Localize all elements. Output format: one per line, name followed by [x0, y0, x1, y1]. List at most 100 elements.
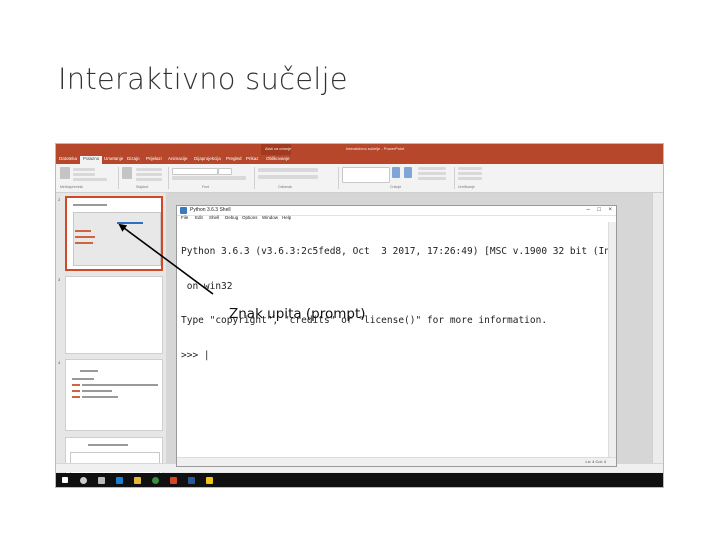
thumb-text-line [82, 396, 118, 398]
slide-thumbnail-pane: 2 3 4 [56, 193, 166, 481]
thumb-title-line [88, 444, 128, 446]
thumb-title-line [73, 204, 107, 206]
menu-item-file[interactable]: File [181, 215, 188, 220]
select-button[interactable] [458, 177, 482, 180]
ribbon: Međuspremnik Slajdovi Font Odlomak Crtan… [56, 164, 663, 193]
powerpoint-taskbar-icon[interactable] [170, 477, 177, 484]
font-size-select[interactable] [218, 168, 232, 175]
replace-button[interactable] [458, 172, 482, 175]
callout-label: Znak upita (prompt) [229, 306, 366, 322]
idle-scrollbar[interactable] [608, 222, 616, 458]
menu-item-help[interactable]: Help [282, 215, 291, 220]
paragraph-buttons[interactable] [258, 168, 318, 172]
divider [338, 167, 339, 189]
thumb-text-line [72, 390, 80, 392]
copy-button[interactable] [73, 173, 95, 176]
powerpoint-window-title: Interaktivno sučelje - PowerPoint [346, 146, 405, 151]
idle-status-bar: Ln: 4 Col: 4 [177, 457, 616, 466]
shapes-gallery[interactable] [342, 167, 390, 183]
idle-window-title: Python 3.6.3 Shell [190, 207, 231, 213]
paste-icon[interactable] [60, 167, 70, 179]
vertical-scrollbar[interactable] [652, 193, 663, 465]
ribbon-tabs: Datoteka Polazno Umetanje Dizajn Prijela… [56, 155, 663, 164]
format-painter-button[interactable] [73, 178, 107, 181]
new-slide-icon[interactable] [122, 167, 132, 179]
slide-thumbnail-2[interactable] [65, 196, 163, 271]
idle-menu-bar: File Edit Shell Debug Options Window Hel… [177, 215, 616, 222]
menu-item-options[interactable]: Options [242, 215, 258, 220]
thumb-highlight [117, 222, 143, 224]
menu-item-edit[interactable]: Edit [195, 215, 203, 220]
section-button[interactable] [136, 178, 162, 181]
prompt-line[interactable]: >>> | [181, 350, 609, 362]
find-button[interactable] [458, 167, 482, 170]
windows-taskbar [56, 473, 663, 487]
thumb-text-line [72, 384, 80, 386]
context-tab-label: Alati za crtanje [265, 146, 292, 151]
slide-number: 3 [58, 277, 61, 282]
layout-button[interactable] [136, 168, 162, 171]
tab-design[interactable]: Dizajn [127, 156, 140, 161]
divider [168, 167, 169, 189]
file-explorer-icon[interactable] [134, 477, 141, 484]
maximize-button[interactable]: □ [597, 206, 601, 215]
tab-view[interactable]: Prikaz [246, 156, 259, 161]
thumb-text-line [75, 242, 93, 244]
thumb-text-line [82, 384, 158, 386]
edge-browser-icon[interactable] [116, 477, 123, 484]
divider [118, 167, 119, 189]
tab-review[interactable]: Pregled [226, 156, 242, 161]
font-name-select[interactable] [172, 168, 218, 175]
console-line: Python 3.6.3 (v3.6.3:2c5fed8, Oct 3 2017… [181, 246, 609, 257]
task-view-icon[interactable] [98, 477, 105, 484]
slide-title: Interaktivno sučelje [58, 62, 348, 96]
arrange-icon[interactable] [392, 167, 400, 178]
shape-outline-button[interactable] [418, 172, 446, 175]
tab-home[interactable]: Polazno [80, 156, 103, 164]
shape-effects-button[interactable] [418, 177, 446, 180]
menu-item-debug[interactable]: Debug [225, 215, 238, 220]
tab-transitions[interactable]: Prijelazi [146, 156, 162, 161]
reset-button[interactable] [136, 173, 162, 176]
group-font-label: Font [202, 185, 210, 189]
thumb-text-line [72, 378, 94, 380]
shape-fill-button[interactable] [418, 167, 446, 170]
quick-styles-icon[interactable] [404, 167, 412, 178]
tab-insert[interactable]: Umetanje [104, 156, 123, 161]
slide-thumbnail-3[interactable] [65, 276, 163, 354]
chrome-icon[interactable] [152, 477, 159, 484]
thumb-text-line [72, 396, 80, 398]
slide-number: 2 [58, 197, 61, 202]
thumb-title-line [80, 370, 98, 372]
alignment-buttons[interactable] [258, 175, 318, 179]
divider [254, 167, 255, 189]
shell-console[interactable]: Python 3.6.3 (v3.6.3:2c5fed8, Oct 3 2017… [181, 223, 609, 384]
word-taskbar-icon[interactable] [188, 477, 195, 484]
menu-item-window[interactable]: Window [262, 215, 278, 220]
thumb-text-line [75, 230, 91, 232]
close-button[interactable]: × [608, 206, 612, 215]
tab-file[interactable]: Datoteka [59, 156, 77, 161]
font-format-buttons[interactable] [172, 176, 246, 180]
slide-number: 4 [58, 360, 61, 365]
cut-button[interactable] [73, 168, 95, 171]
search-icon[interactable] [80, 477, 87, 484]
tab-animations[interactable]: Animacije [168, 156, 188, 161]
python-app-icon [180, 207, 187, 214]
thumb-text-line [75, 236, 95, 238]
windows-start-icon[interactable] [62, 477, 68, 483]
group-editing-label: Uređivanje [458, 185, 475, 189]
group-drawing-label: Crtanje [390, 185, 402, 189]
tab-format[interactable]: Oblikovanje [266, 156, 290, 161]
group-slides-label: Slajdovi [136, 185, 149, 189]
menu-item-shell[interactable]: Shell [209, 215, 219, 220]
powerpoint-titlebar: Alati za crtanje Interaktivno sučelje - … [56, 144, 663, 155]
tab-slideshow[interactable]: Dijaprojekcija [194, 156, 221, 161]
python-taskbar-icon[interactable] [206, 477, 213, 484]
minimize-button[interactable]: – [587, 206, 590, 215]
thumb-screenshot [73, 212, 161, 266]
thumb-text-line [82, 390, 112, 392]
python-idle-window: Python 3.6.3 Shell – □ × File Edit Shell… [176, 205, 617, 467]
slide-thumbnail-4[interactable] [65, 359, 163, 431]
group-clipboard-label: Međuspremnik [60, 185, 83, 189]
